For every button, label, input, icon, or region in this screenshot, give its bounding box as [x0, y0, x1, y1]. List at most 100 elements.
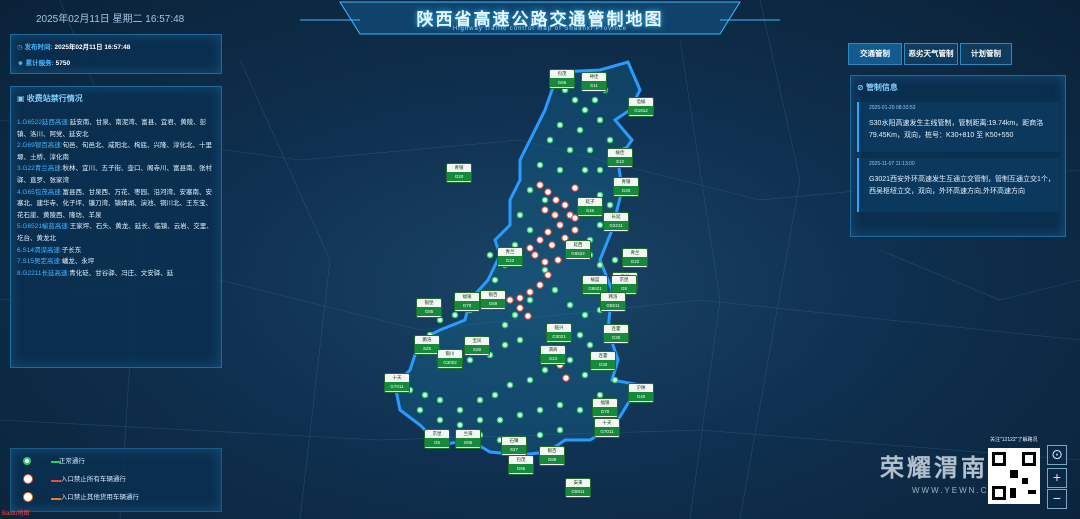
toll-item[interactable]: 6.S14渭滦高速:子长东	[17, 245, 217, 257]
closed-station-marker[interactable]	[516, 294, 524, 302]
closed-station-marker[interactable]	[536, 181, 544, 189]
toll-item[interactable]: 8.G2211长延高速:青化砭、甘谷驿、冯庄、文安驿、延	[17, 268, 217, 280]
closed-station-marker[interactable]	[548, 241, 556, 249]
toll-item[interactable]: 7.S15吴定高速:蟠龙、永坪	[17, 256, 217, 268]
station-marker[interactable]	[501, 341, 509, 349]
station-marker[interactable]	[581, 371, 589, 379]
highway-badge[interactable]: 沪陕 G40	[628, 383, 654, 403]
highway-badge[interactable]: 兰海 G85	[455, 429, 481, 449]
station-marker[interactable]	[581, 166, 589, 174]
highway-badge[interactable]: 延子 S15	[577, 197, 603, 217]
highway-badge[interactable]: 京昆 G5	[424, 429, 450, 449]
station-marker[interactable]	[526, 226, 534, 234]
station-marker[interactable]	[581, 311, 589, 319]
highway-badge[interactable]: 青兰 G22	[497, 247, 523, 267]
station-marker[interactable]	[516, 411, 524, 419]
highway-badge[interactable]: 青银 G20	[613, 177, 639, 197]
highway-badge[interactable]: 神佳 S11	[581, 72, 607, 92]
station-marker[interactable]	[596, 391, 604, 399]
highway-badge[interactable]: 青银 G20	[446, 163, 472, 183]
toll-item[interactable]: 3.G22青兰高速:秋林、宜川、五子街、壶口、阁寺川、富县南、张村驿、直罗、张家…	[17, 163, 217, 186]
station-marker[interactable]	[596, 261, 604, 269]
station-marker[interactable]	[436, 416, 444, 424]
station-marker[interactable]	[606, 201, 614, 209]
station-marker[interactable]	[436, 396, 444, 404]
highway-badge[interactable]: 临兴 G3021	[546, 323, 572, 343]
station-marker[interactable]	[551, 286, 559, 294]
station-marker[interactable]	[436, 316, 444, 324]
station-marker[interactable]	[451, 311, 459, 319]
highway-badge[interactable]: 连霍 G30	[590, 351, 616, 371]
zoom-in-button[interactable]: +	[1047, 468, 1067, 488]
highway-badge[interactable]: 银昆 G85	[416, 298, 442, 318]
station-marker[interactable]	[566, 301, 574, 309]
station-marker[interactable]	[541, 366, 549, 374]
highway-badge[interactable]: 福银 G70	[592, 398, 618, 418]
toll-station-list[interactable]: 1.G6522延西高速:延安南、甘泉、南泥湾、富县、宜君、黄陵、彭镇、洛川、阿党…	[17, 117, 217, 279]
station-marker[interactable]	[506, 381, 514, 389]
closed-station-marker[interactable]	[526, 244, 534, 252]
station-marker[interactable]	[466, 356, 474, 364]
highway-badge[interactable]: 十天 G7011	[384, 373, 410, 393]
closed-station-marker[interactable]	[554, 256, 562, 264]
station-marker[interactable]	[491, 276, 499, 284]
station-marker[interactable]	[526, 296, 534, 304]
station-marker[interactable]	[576, 331, 584, 339]
tab-weather-control[interactable]: 恶劣天气管制	[904, 43, 958, 65]
highway-badge[interactable]: 榆佳 S12	[607, 148, 633, 168]
station-marker[interactable]	[606, 136, 614, 144]
station-marker[interactable]	[571, 96, 579, 104]
station-marker[interactable]	[556, 121, 564, 129]
highway-badge[interactable]: 沧榆 G1812	[628, 97, 654, 117]
closed-station-marker[interactable]	[562, 374, 570, 382]
station-marker[interactable]	[536, 161, 544, 169]
highway-badge[interactable]: 渭商 S13	[540, 345, 566, 365]
station-marker[interactable]	[516, 336, 524, 344]
tab-traffic-control[interactable]: 交通管制	[848, 43, 902, 65]
station-marker[interactable]	[556, 426, 564, 434]
closed-station-marker[interactable]	[551, 211, 559, 219]
station-marker[interactable]	[576, 406, 584, 414]
highway-badge[interactable]: 十天 G7011	[594, 418, 620, 438]
station-marker[interactable]	[566, 356, 574, 364]
station-marker[interactable]	[586, 341, 594, 349]
station-marker[interactable]	[526, 186, 534, 194]
station-marker[interactable]	[596, 116, 604, 124]
control-info-panel[interactable]: ⊘ 管制信息 2025-01-20 08:33:53 S30水阳高速发生主线管制…	[850, 75, 1066, 237]
closed-station-marker[interactable]	[556, 221, 564, 229]
highway-badge[interactable]: 石镇 S27	[501, 436, 527, 456]
station-marker[interactable]	[566, 146, 574, 154]
highway-badge[interactable]: 包茂 G65	[549, 69, 575, 89]
station-marker[interactable]	[526, 376, 534, 384]
station-marker[interactable]	[536, 431, 544, 439]
station-marker[interactable]	[536, 406, 544, 414]
locate-button[interactable]: ⊙	[1047, 445, 1067, 465]
station-marker[interactable]	[491, 391, 499, 399]
highway-badge[interactable]: 安来 G6911	[565, 478, 591, 498]
station-marker[interactable]	[511, 311, 519, 319]
closed-station-marker[interactable]	[506, 296, 514, 304]
closed-station-marker[interactable]	[544, 228, 552, 236]
highway-badge[interactable]: 宝凤 S28	[464, 336, 490, 356]
closed-station-marker[interactable]	[544, 188, 552, 196]
station-marker[interactable]	[416, 406, 424, 414]
closed-station-marker[interactable]	[516, 304, 524, 312]
closed-station-marker[interactable]	[571, 226, 579, 234]
closed-station-marker[interactable]	[561, 201, 569, 209]
station-marker[interactable]	[596, 221, 604, 229]
station-marker[interactable]	[476, 396, 484, 404]
highway-badge[interactable]: 银百 G69	[539, 446, 565, 466]
closed-station-marker[interactable]	[571, 184, 579, 192]
station-marker[interactable]	[581, 106, 589, 114]
station-marker[interactable]	[516, 211, 524, 219]
closed-station-marker[interactable]	[526, 288, 534, 296]
closed-station-marker[interactable]	[536, 281, 544, 289]
closed-station-marker[interactable]	[536, 236, 544, 244]
highway-badge[interactable]: 连霍 G30	[603, 324, 629, 344]
toll-item[interactable]: 2.G69银百高速:旬邑、旬邑北、咸阳北、栒底、兴隆、淳化北、十里塬、土桥、淳化…	[17, 140, 217, 163]
toll-item[interactable]: 4.G65包茂高速:富县西、甘泉西、万花、枣园、沿河湾、安塞南、安塞北、建华寺、…	[17, 187, 217, 222]
station-marker[interactable]	[611, 376, 619, 384]
station-marker[interactable]	[496, 416, 504, 424]
tab-planned-control[interactable]: 计划管制	[960, 43, 1012, 65]
highway-badge[interactable]: 银百 G69	[480, 290, 506, 310]
